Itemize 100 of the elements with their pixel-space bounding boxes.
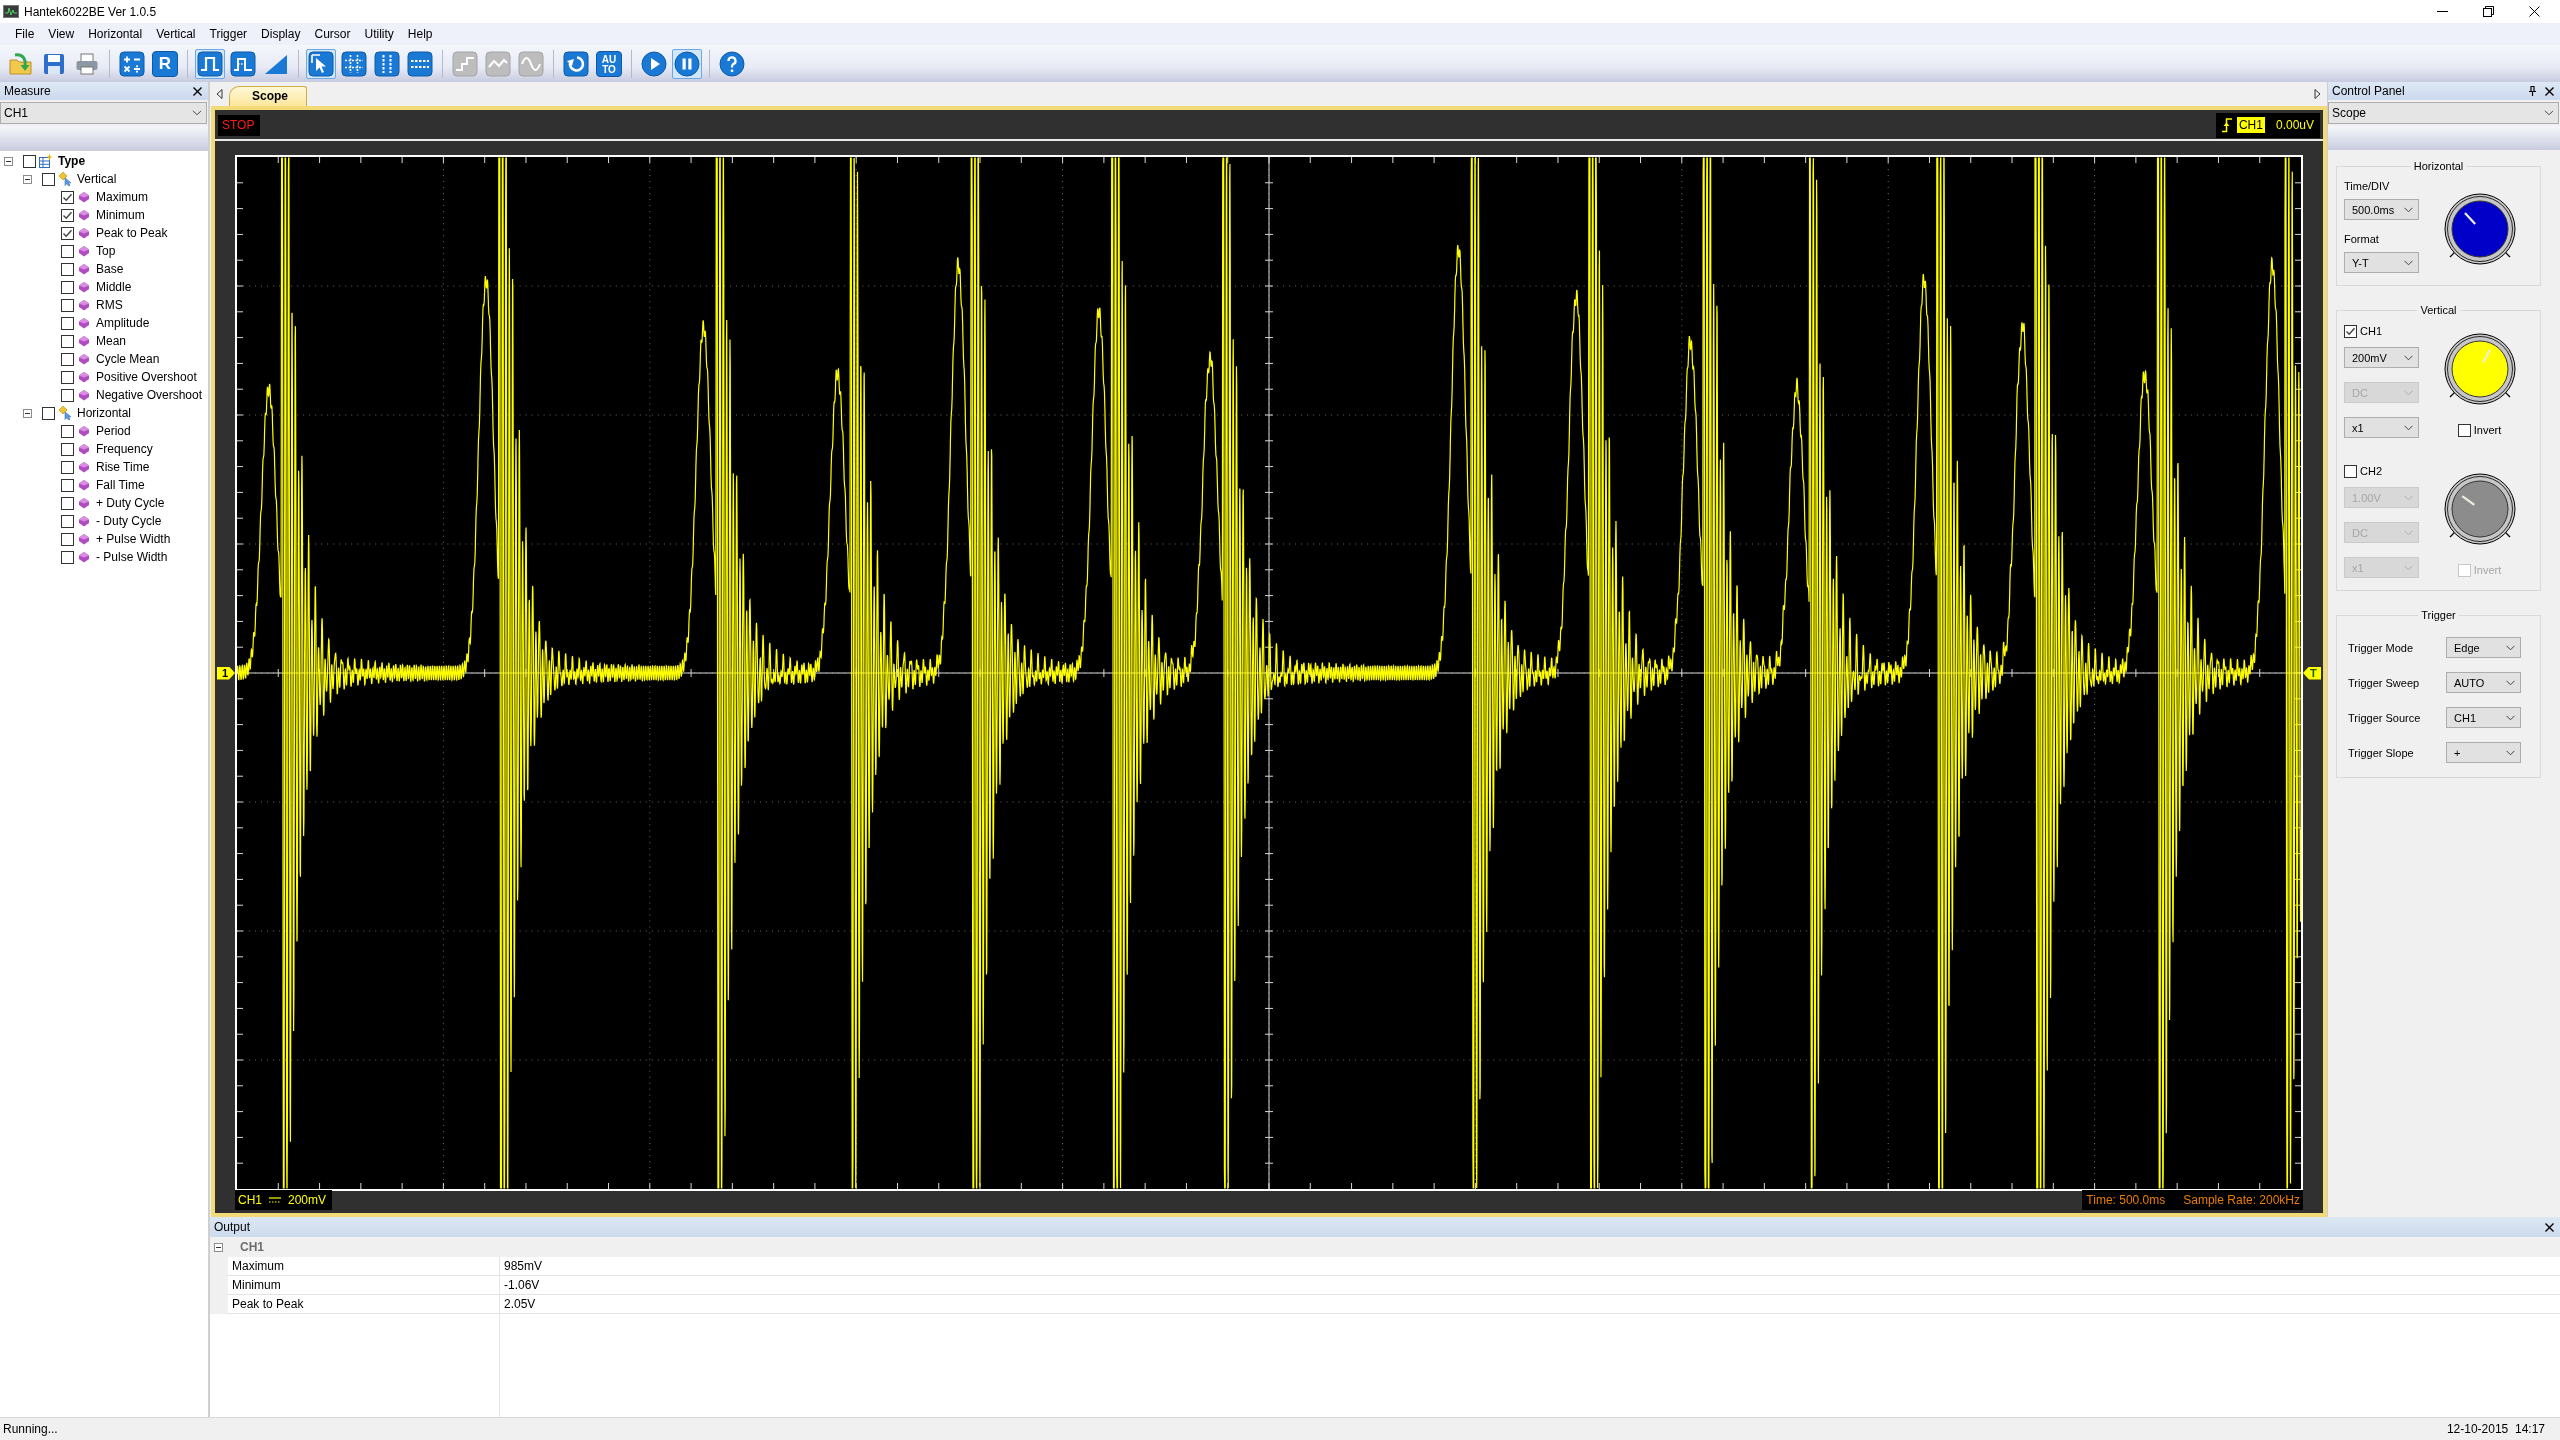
menu-item[interactable]: File	[8, 26, 42, 42]
channel-dropdown[interactable]: CH1	[0, 102, 207, 124]
close-icon[interactable]	[2545, 86, 2554, 96]
volts-knob[interactable]	[2441, 471, 2518, 547]
checkbox[interactable]	[61, 280, 74, 294]
trigger-dropdown[interactable]: AUTO	[2446, 672, 2521, 693]
tree-item-label[interactable]: Period	[96, 424, 131, 438]
pin-icon[interactable]	[2528, 86, 2537, 96]
toolbar-button[interactable]	[228, 48, 258, 79]
invert-label[interactable]: Invert	[2473, 424, 2502, 436]
checkbox[interactable]	[61, 388, 74, 402]
tree-item-label[interactable]: - Pulse Width	[96, 550, 168, 564]
checkbox[interactable]	[61, 370, 74, 384]
menu-item[interactable]: Help	[400, 26, 440, 42]
checkbox[interactable]	[2457, 423, 2471, 437]
channel-marker[interactable]: 1	[217, 666, 235, 680]
format-dropdown[interactable]: Y-T	[2344, 252, 2419, 273]
group-header[interactable]: CH1	[240, 1240, 264, 1254]
scroll-left-icon[interactable]	[216, 89, 223, 99]
tree-item-label[interactable]: Vertical	[77, 172, 117, 186]
toolbar-button[interactable]	[672, 48, 702, 79]
toolbar-button[interactable]	[372, 48, 402, 79]
checkbox[interactable]	[61, 316, 74, 330]
checkbox[interactable]	[61, 424, 74, 438]
menu-item[interactable]: View	[41, 26, 82, 42]
tree-item-label[interactable]: Fall Time	[96, 478, 145, 492]
tree-item-label[interactable]: + Pulse Width	[96, 532, 171, 546]
tree-item-label[interactable]: Frequency	[96, 442, 153, 456]
menu-item[interactable]: Vertical	[149, 26, 203, 42]
trigger-dropdown[interactable]: Edge	[2446, 637, 2521, 658]
tree-item-label[interactable]: Middle	[96, 280, 132, 294]
time-div-dropdown[interactable]: 500.0ms	[2344, 199, 2419, 220]
trigger-dropdown[interactable]: CH1	[2446, 707, 2521, 728]
menu-item[interactable]: Trigger	[202, 26, 255, 42]
collapse-toggle-icon[interactable]	[214, 1242, 223, 1252]
channel-enable-label[interactable]: CH1	[2360, 325, 2382, 337]
toolbar-button[interactable]	[405, 48, 435, 79]
tree-item-label[interactable]: Peak to Peak	[96, 226, 168, 240]
tree-item-label[interactable]: Type	[58, 154, 86, 168]
channel-enable-label[interactable]: CH2	[2360, 465, 2382, 477]
toolbar-button[interactable]	[195, 48, 225, 79]
checkbox[interactable]	[61, 442, 74, 456]
close-icon[interactable]	[2545, 1222, 2554, 1232]
checkbox[interactable]	[61, 262, 74, 276]
checkbox[interactable]	[61, 208, 74, 222]
toolbar-button[interactable]	[306, 48, 336, 79]
tree-item-label[interactable]: Base	[96, 262, 124, 276]
checkbox[interactable]	[61, 298, 74, 312]
checkbox[interactable]	[61, 550, 74, 564]
volts-div-dropdown[interactable]: 200mV	[2344, 347, 2419, 368]
tree-item-label[interactable]: Horizontal	[77, 406, 132, 420]
tree-item-label[interactable]: Rise Time	[96, 460, 150, 474]
tree-item-label[interactable]: Top	[96, 244, 116, 258]
scroll-right-icon[interactable]	[2314, 89, 2321, 99]
close-icon[interactable]	[2529, 6, 2540, 17]
tree-item-label[interactable]: Mean	[96, 334, 127, 348]
checkbox[interactable]	[23, 154, 36, 168]
checkbox[interactable]	[61, 334, 74, 348]
tree-item-label[interactable]: Positive Overshoot	[96, 370, 197, 384]
tree-item-label[interactable]: Cycle Mean	[96, 352, 160, 366]
checkbox[interactable]	[61, 478, 74, 492]
collapse-toggle-icon[interactable]	[23, 174, 32, 184]
menu-item[interactable]: Utility	[357, 26, 401, 42]
checkbox[interactable]	[61, 190, 74, 204]
trigger-dropdown[interactable]: +	[2446, 742, 2521, 763]
checkbox[interactable]	[61, 460, 74, 474]
toolbar-button[interactable]	[717, 48, 747, 79]
collapse-toggle-icon[interactable]	[23, 408, 32, 418]
checkbox[interactable]	[2344, 464, 2357, 478]
tree-item-label[interactable]: Amplitude	[96, 316, 150, 330]
checkbox[interactable]	[61, 514, 74, 528]
toolbar-button[interactable]	[339, 48, 369, 79]
toolbar-button[interactable]: AUTO	[596, 50, 622, 77]
menu-item[interactable]: Horizontal	[81, 26, 150, 42]
tree-item-label[interactable]: Maximum	[96, 190, 148, 204]
toolbar-button[interactable]	[561, 48, 591, 79]
tree-item-label[interactable]: - Duty Cycle	[96, 514, 162, 528]
restore-icon[interactable]	[2483, 6, 2494, 17]
checkbox[interactable]	[61, 226, 74, 240]
checkbox[interactable]	[42, 172, 55, 186]
menu-item[interactable]: Cursor	[307, 26, 358, 42]
tree-item-label[interactable]: Negative Overshoot	[96, 388, 203, 402]
toolbar-button[interactable]	[639, 48, 669, 79]
collapse-toggle-icon[interactable]	[4, 156, 13, 166]
checkbox[interactable]	[2344, 324, 2357, 338]
trigger-level-marker[interactable]: T	[2303, 666, 2321, 680]
volts-knob[interactable]	[2441, 331, 2518, 407]
menu-item[interactable]: Display	[254, 26, 308, 42]
timebase-knob[interactable]	[2441, 191, 2518, 267]
probe-dropdown[interactable]: x1	[2344, 417, 2419, 438]
checkbox[interactable]	[42, 406, 55, 420]
tree-item-label[interactable]: RMS	[96, 298, 123, 312]
checkbox[interactable]	[61, 496, 74, 510]
checkbox[interactable]	[61, 244, 74, 258]
tree-item-label[interactable]: Minimum	[96, 208, 145, 222]
document-tab[interactable]: Scope	[229, 86, 307, 106]
tree-item-label[interactable]: + Duty Cycle	[96, 496, 165, 510]
toolbar-button[interactable]: R	[152, 50, 178, 77]
view-dropdown[interactable]: Scope	[2328, 102, 2559, 124]
checkbox[interactable]	[61, 532, 74, 546]
